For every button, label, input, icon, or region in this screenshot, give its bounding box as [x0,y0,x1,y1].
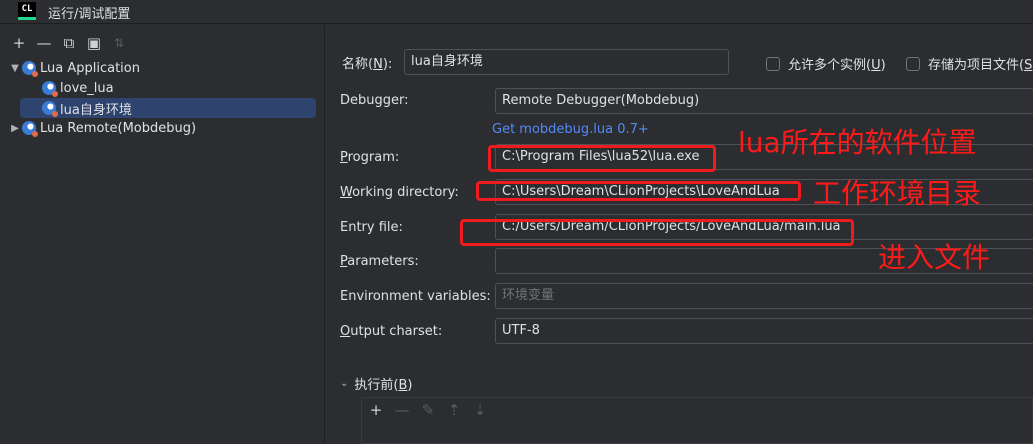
checkbox-box[interactable] [766,56,780,71]
configurations-pane: + — ⧉ ▣ ⇅ ▼ Lua Application love_lua lua… [0,25,325,444]
allow-multiple-pre: 允许多个实例( [788,58,872,73]
tree-label: Lua Application [40,60,140,76]
name-label: 名称(N): [342,53,392,72]
tree-group-lua-remote[interactable]: ▶ Lua Remote(Mobdebug) [8,118,316,138]
tree-item-lua-self-env[interactable]: lua自身环境 [20,98,316,118]
program-annotation: lua所在的软件位置 [738,126,977,159]
workdir-mnemonic: W [340,185,353,200]
sort-configurations-button[interactable]: ⇅ [108,33,130,53]
charset-label-rest: utput charset: [350,324,443,339]
name-label-pre: 名称( [342,57,374,72]
entry-file-label: Entry file: [340,220,403,235]
tree-item-love-lua[interactable]: love_lua [8,78,316,98]
configurations-tree: ▼ Lua Application love_lua lua自身环境 ▶ Lua… [8,58,316,138]
before-launch-toggle[interactable]: ⌄ 执行前(B) [340,374,412,393]
before-launch-post: ) [407,378,413,393]
workdir-label-rest: orking directory: [352,185,459,200]
store-as-project-label: 存储为项目文件(S [928,54,1032,73]
parameters-label: Parameters: [340,254,419,269]
lua-run-config-icon [22,121,38,137]
allow-multiple-label: 允许多个实例(U) [788,54,886,73]
allow-multiple-post: ) [880,58,886,73]
allow-multiple-mnemonic: U [871,58,881,73]
window-title: 运行/调试配置 [48,7,131,22]
copy-configuration-button[interactable]: ⧉ [58,33,80,53]
new-folder-button[interactable]: ▣ [83,33,105,53]
move-down-button[interactable]: ⇣ [470,400,490,420]
add-configuration-button[interactable]: + [8,33,30,53]
tree-label: love_lua [60,80,114,96]
program-highlight-box [488,145,716,172]
before-launch-toolbar: + — ✎ ⇡ ⇣ [366,400,490,420]
output-charset-label: Output charset: [340,324,442,339]
lua-run-config-icon [42,81,58,97]
program-label: Program: [340,150,399,165]
before-launch-pre: 执行前( [354,378,399,393]
configuration-form: 名称(N): lua自身环境 允许多个实例(U) 存储为项目文件(S Debug… [326,25,1033,444]
remove-configuration-button[interactable]: — [33,33,55,53]
lua-run-config-icon [42,101,58,117]
output-charset-select[interactable]: UTF-8 [495,318,1033,344]
checkbox-box[interactable] [906,56,920,71]
workdir-highlight-box [476,181,801,201]
remove-task-button[interactable]: — [392,400,412,420]
tree-label: lua自身环境 [60,102,132,118]
before-launch-panel: + — ✎ ⇡ ⇣ [361,397,1033,444]
edit-task-button[interactable]: ✎ [418,400,438,420]
program-label-rest: rogram: [347,150,400,165]
move-up-button[interactable]: ⇡ [444,400,464,420]
workdir-annotation: 工作环境目录 [813,177,982,210]
chevron-down-icon[interactable]: ▼ [8,63,22,74]
chevron-down-icon: ⌄ [340,378,349,389]
entry-highlight-box [460,219,854,246]
environment-variables-input[interactable]: 环境变量 [495,283,1033,309]
before-launch-label: 执行前(B) [354,374,412,393]
program-mnemonic: P [340,150,348,165]
working-directory-label: Working directory: [340,185,459,200]
add-task-button[interactable]: + [366,400,386,420]
store-as-project-checkbox[interactable]: 存储为项目文件(S [906,54,1032,73]
entry-annotation: 进入文件 [878,241,991,274]
clion-logo-icon: CL [18,2,36,20]
tree-group-lua-application[interactable]: ▼ Lua Application [8,58,316,78]
name-label-mnemonic: N [373,57,383,72]
store-as-project-pre: 存储为项目文件( [928,58,1025,73]
store-as-project-mnemonic: S [1024,58,1033,73]
params-label-rest: arameters: [347,254,419,269]
debugger-label: Debugger: [340,93,409,108]
name-label-post: ): [382,57,393,72]
lua-run-config-icon [22,61,38,77]
tree-label: Lua Remote(Mobdebug) [40,120,197,136]
configurations-toolbar: + — ⧉ ▣ ⇅ [8,33,130,53]
title-bar: CL 运行/调试配置 [0,0,1033,24]
debugger-select[interactable]: Remote Debugger(Mobdebug) [495,88,1033,114]
charset-mnemonic: O [340,324,351,339]
environment-variables-label: Environment variables: [340,289,491,304]
chevron-right-icon[interactable]: ▶ [8,123,22,134]
get-mobdebug-link[interactable]: Get mobdebug.lua 0.7+ [492,122,649,137]
allow-multiple-checkbox[interactable]: 允许多个实例(U) [766,54,886,73]
name-input[interactable]: lua自身环境 [404,49,729,75]
